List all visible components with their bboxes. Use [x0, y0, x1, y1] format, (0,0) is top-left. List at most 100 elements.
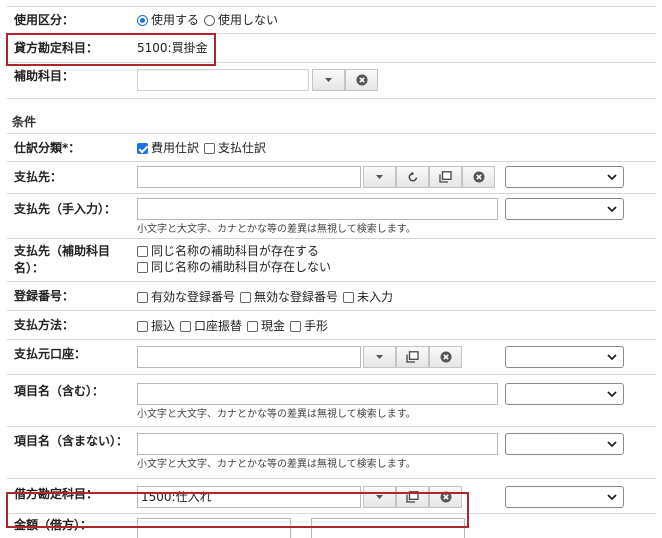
copy-icon [406, 351, 419, 363]
registration-row: 登録番号： 有効な登録番号 無効な登録番号 未入力 [7, 282, 656, 311]
usage-radio-group: 使用する 使用しない [137, 12, 283, 28]
clear-x-icon [440, 351, 451, 363]
chevron-down-icon [607, 174, 617, 181]
payee-row: 支払先： [7, 162, 656, 194]
item-contains-condition-select[interactable] [505, 383, 624, 405]
usage-option-label: 使用する [151, 13, 200, 27]
chevron-down-icon [607, 206, 617, 213]
payee-condition-select[interactable] [505, 166, 624, 188]
checkbox-icon[interactable] [180, 320, 192, 332]
debit-account-highlight [6, 492, 469, 528]
item-contains-hint: 小文字と大文字、カナとかな等の差異は無視して検索します。 [137, 409, 416, 420]
chevron-down-icon [607, 441, 617, 448]
item-excludes-condition-select[interactable] [505, 433, 624, 455]
clear-x-icon [473, 171, 484, 183]
journal-type-label: 仕訳分類*： [14, 141, 81, 155]
chevron-down-icon [607, 494, 617, 501]
payee-sub-not-exists[interactable]: 同じ名称の補助科目が存在しない [137, 259, 331, 275]
source-account-input[interactable] [137, 346, 361, 368]
payee-buttons [363, 166, 495, 188]
payee-dropdown-button[interactable] [363, 166, 396, 188]
registration-invalid[interactable]: 無効な登録番号 [240, 289, 338, 305]
payee-input[interactable] [137, 166, 361, 188]
checkbox-icon[interactable] [137, 291, 148, 303]
radio-unselected-icon[interactable] [204, 14, 216, 26]
chevron-down-icon [607, 354, 617, 361]
item-excludes-row: 項目名（含まない）： 小文字と大文字、カナとかな等の差異は無視して検索します。 [7, 427, 656, 479]
checkbox-icon[interactable] [137, 320, 148, 332]
item-excludes-hint: 小文字と大文字、カナとかな等の差異は無視して検索します。 [137, 459, 416, 470]
chevron-down-icon [376, 355, 383, 359]
checkbox-icon[interactable] [204, 142, 216, 154]
checkbox-checked-icon[interactable] [137, 142, 148, 154]
credit-account-highlight [6, 33, 216, 66]
source-account-label: 支払元口座： [14, 347, 87, 361]
item-contains-input[interactable] [137, 383, 498, 405]
payment-method-debit[interactable]: 口座振替 [180, 318, 242, 334]
chevron-down-icon [376, 175, 383, 179]
usage-label: 使用区分： [14, 13, 75, 27]
radio-selected-icon[interactable] [137, 14, 148, 26]
checkbox-icon[interactable] [240, 291, 252, 303]
checkbox-icon[interactable] [137, 261, 148, 273]
option-label: 同じ名称の補助科目が存在しない [151, 260, 332, 274]
option-label: 未入力 [357, 290, 394, 304]
usage-row: 使用区分： 使用する 使用しない [7, 7, 656, 34]
payee-manual-condition-select[interactable] [505, 198, 624, 220]
payee-reset-button[interactable] [396, 166, 429, 188]
source-account-row: 支払元口座： [7, 340, 656, 375]
sub-account-row: 補助科目： [7, 63, 656, 99]
item-contains-row: 項目名（含む）： 小文字と大文字、カナとかな等の差異は無視して検索します。 [7, 375, 656, 427]
item-excludes-input[interactable] [137, 433, 498, 455]
checkbox-icon[interactable] [247, 320, 259, 332]
usage-option-not-use[interactable]: 使用しない [204, 12, 278, 28]
registration-valid[interactable]: 有効な登録番号 [137, 289, 235, 305]
payment-method-transfer[interactable]: 振込 [137, 318, 175, 334]
registration-label: 登録番号： [14, 289, 75, 303]
payment-method-label: 支払方法： [14, 318, 75, 332]
journal-type-expense[interactable]: 費用仕訳 [137, 140, 199, 156]
conditions-panel: 仕訳分類*： 費用仕訳 支払仕訳 支払先： 支払先（手入力）： 小文字と大文字、… [7, 133, 656, 538]
payee-manual-row: 支払先（手入力）： 小文字と大文字、カナとかな等の差異は無視して検索します。 [7, 194, 656, 239]
payee-copy-button[interactable] [429, 166, 462, 188]
option-label: 無効な登録番号 [254, 290, 339, 304]
option-label: 同じ名称の補助科目が存在する [151, 244, 320, 258]
item-contains-label: 項目名（含む）： [14, 384, 105, 398]
payee-label: 支払先： [14, 170, 63, 184]
registration-empty[interactable]: 未入力 [343, 289, 393, 305]
source-account-clear-button[interactable] [429, 346, 462, 368]
journal-type-payment[interactable]: 支払仕訳 [204, 140, 266, 156]
clear-x-icon [356, 74, 367, 86]
sub-account-dropdown-button[interactable] [312, 69, 345, 91]
payee-sub-row: 支払先（補助科目名）： 同じ名称の補助科目が存在する 同じ名称の補助科目が存在し… [7, 239, 656, 282]
option-label: 口座振替 [194, 319, 243, 333]
chevron-down-icon [607, 391, 617, 398]
sub-account-input[interactable] [137, 69, 309, 91]
copy-icon [439, 171, 452, 183]
journal-type-checks: 費用仕訳 支払仕訳 [137, 140, 271, 156]
checkbox-icon[interactable] [343, 291, 355, 303]
checkbox-icon[interactable] [290, 320, 302, 332]
sub-account-buttons [312, 69, 378, 91]
payment-method-bill[interactable]: 手形 [290, 318, 328, 334]
payee-manual-input[interactable] [137, 198, 498, 220]
sub-account-clear-button[interactable] [345, 69, 378, 91]
payment-method-cash[interactable]: 現金 [247, 318, 285, 334]
chevron-down-icon [325, 78, 332, 82]
usage-option-use[interactable]: 使用する [137, 12, 199, 28]
payee-manual-label: 支払先（手入力）： [14, 202, 117, 216]
usage-option-label: 使用しない [218, 13, 279, 27]
payee-sub-exists[interactable]: 同じ名称の補助科目が存在する [137, 243, 331, 259]
source-account-copy-button[interactable] [396, 346, 429, 368]
payee-sub-label: 支払先（補助科目名）： [14, 244, 111, 275]
payee-clear-button[interactable] [462, 166, 495, 188]
conditions-section-title: 条件 [12, 115, 37, 129]
debit-account-condition-select[interactable] [505, 486, 624, 508]
source-account-buttons [363, 346, 462, 368]
source-account-condition-select[interactable] [505, 346, 624, 368]
checkbox-icon[interactable] [137, 245, 148, 257]
option-label: 費用仕訳 [151, 141, 200, 155]
journal-type-row: 仕訳分類*： 費用仕訳 支払仕訳 [7, 134, 656, 162]
source-account-dropdown-button[interactable] [363, 346, 396, 368]
payee-sub-checks: 同じ名称の補助科目が存在する 同じ名称の補助科目が存在しない [137, 243, 336, 275]
